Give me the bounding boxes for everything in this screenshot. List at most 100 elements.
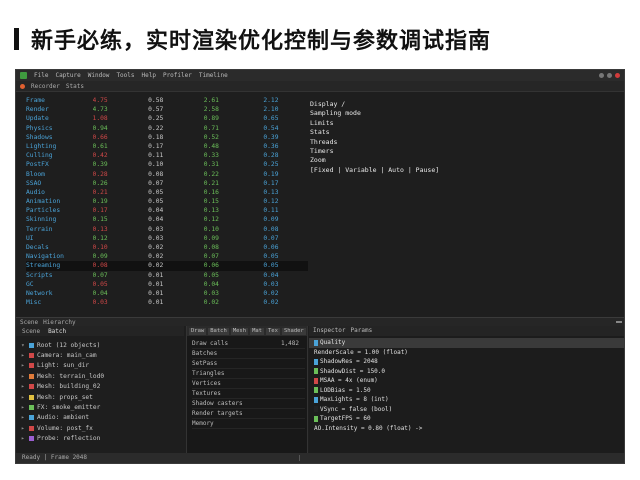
draw-stats-row[interactable]: SetPass [192,359,305,369]
params-tab[interactable]: Params [351,326,373,336]
stats-row[interactable]: Streaming 0.08 0.02 0.06 0.05 [26,261,308,271]
menu-item-timeline[interactable]: Timeline [199,72,228,79]
param-row[interactable]: MaxLights = 8 (int) [309,395,624,405]
settings-line[interactable]: Display / [310,100,490,109]
tree-item[interactable]: ▸ Camera: main_cam [21,350,184,360]
stats-row[interactable]: Audio 0.21 0.05 0.16 0.13 [26,188,308,197]
stats-row[interactable]: UI 0.12 0.03 0.09 0.07 [26,234,308,243]
param-row[interactable]: ShadowDist = 150.0 [309,367,624,377]
draw-stats-tab[interactable]: Shader [281,327,306,335]
stat-name: Particles [26,207,61,215]
expand-arrow-icon[interactable]: ▸ [21,373,29,380]
expand-arrow-icon[interactable]: ▸ [21,404,29,411]
draw-stats-row[interactable]: Batches [192,349,305,359]
stat-name: Render [26,106,49,114]
tree-item[interactable]: ▸ Light: sun_dir [21,361,184,371]
stats-row[interactable]: Lighting 0.61 0.17 0.48 0.36 [26,142,308,151]
minimize-icon[interactable] [599,73,604,78]
draw-stats-row[interactable]: Vertices [192,379,305,389]
tree-item[interactable]: ▸ Mesh: props_set [21,392,184,402]
stats-row[interactable]: Physics 0.94 0.22 0.71 0.54 [26,124,308,133]
draw-stats-tab[interactable]: Draw [189,327,207,335]
stats-row[interactable]: Terrain 0.13 0.03 0.10 0.08 [26,225,308,234]
stats-row[interactable]: Update 1.08 0.25 0.89 0.65 [26,114,308,123]
draw-stats-row[interactable]: Memory [192,419,305,429]
tree-item[interactable]: ▸ Mesh: building_02 [21,382,184,392]
settings-line[interactable]: Zoom [310,156,490,165]
stats-row[interactable]: Bloom 0.28 0.08 0.22 0.19 [26,170,308,179]
panel-splitter[interactable]: Scene Hierarchy [16,317,624,326]
draw-stats-row[interactable]: Triangles [192,369,305,379]
tree-item[interactable]: ▸ Probe: reflection [21,434,184,444]
settings-line[interactable]: Sampling mode [310,109,490,118]
settings-line[interactable]: Timers [310,147,490,156]
splitter-tab-scene[interactable]: Scene [20,319,38,326]
stats-row[interactable]: Navigation 0.09 0.02 0.07 0.05 [26,252,308,261]
stats-row[interactable]: Misc 0.03 0.01 0.02 0.02 [26,298,308,307]
close-icon[interactable] [615,73,620,78]
menu-item-tools[interactable]: Tools [116,72,134,79]
settings-line[interactable]: Limits [310,119,490,128]
expand-arrow-icon[interactable]: ▸ [21,394,29,401]
expand-arrow-icon[interactable]: ▾ [21,342,29,349]
param-row[interactable]: RenderScale = 1.00 (float) [309,348,624,358]
draw-stats-tab[interactable]: Batch [208,327,229,335]
param-row[interactable]: Quality [309,338,624,348]
draw-stats-tab[interactable]: Tex [266,327,280,335]
expand-arrow-icon[interactable]: ▸ [21,352,29,359]
toolbar-recorder[interactable]: Recorder [31,83,60,90]
stats-row[interactable]: Network 0.04 0.01 0.03 0.02 [26,289,308,298]
stats-row[interactable]: Scripts 0.07 0.01 0.05 0.04 [26,271,308,280]
stats-row[interactable]: Particles 0.17 0.04 0.13 0.11 [26,206,308,215]
settings-line[interactable]: [Fixed | Variable | Auto | Pause] [310,166,490,175]
expand-arrow-icon[interactable]: ▸ [21,435,29,442]
toolbar-stats[interactable]: Stats [66,83,84,90]
expand-arrow-icon[interactable]: ▸ [21,383,29,390]
param-row[interactable]: TargetFPS = 60 [309,414,624,424]
settings-line[interactable]: Stats [310,128,490,137]
tree-item[interactable]: ▾ Root (12 objects) [21,340,184,350]
draw-stats-row[interactable]: Render targets [192,409,305,419]
menu-item-window[interactable]: Window [88,72,110,79]
menu-item-help[interactable]: Help [142,72,156,79]
settings-line[interactable]: Threads [310,138,490,147]
draw-stats-row[interactable]: Draw calls 1,482 [192,339,305,349]
stats-row[interactable]: SSAO 0.26 0.07 0.21 0.17 [26,179,308,188]
menu-item-profiler[interactable]: Profiler [163,72,192,79]
draw-stats-tab[interactable]: Mat [250,327,264,335]
stats-row[interactable]: Culling 0.42 0.11 0.33 0.28 [26,151,308,160]
draw-stats-tab[interactable]: Mesh [230,327,249,335]
stats-row[interactable]: PostFX 0.39 0.10 0.31 0.25 [26,160,308,169]
stats-row[interactable]: Frame 4.75 0.58 2.61 2.12 [26,96,308,105]
tab-scene[interactable]: Scene [22,328,40,335]
record-icon[interactable] [20,83,25,89]
tree-item[interactable]: ▸ Audio: ambient [21,413,184,423]
param-row[interactable]: MSAA = 4x (enum) [309,376,624,386]
stats-row[interactable]: Skinning 0.15 0.04 0.12 0.09 [26,215,308,224]
expand-arrow-icon[interactable]: ▸ [21,425,29,432]
stat-max: 0.06 [263,244,279,251]
stats-row[interactable]: GC 0.05 0.01 0.04 0.03 [26,280,308,289]
param-row[interactable]: ShadowRes = 2048 [309,357,624,367]
draw-stats-row[interactable]: Shadow casters [192,399,305,409]
stats-row[interactable]: Decals 0.10 0.02 0.08 0.06 [26,243,308,252]
menu-item-capture[interactable]: Capture [55,72,80,79]
tab-batch[interactable]: Batch [48,328,66,335]
stats-row[interactable]: Render 4.73 0.57 2.58 2.10 [26,105,308,114]
tree-item[interactable]: ▸ Volume: post_fx [21,423,184,433]
collapse-icon[interactable] [616,321,622,323]
param-row[interactable]: LODBias = 1.50 [309,386,624,396]
maximize-icon[interactable] [607,73,612,78]
stats-row[interactable]: Animation 0.19 0.05 0.15 0.12 [26,197,308,206]
param-row[interactable]: VSync = false (bool) [309,405,624,415]
draw-stats-row[interactable]: Textures [192,389,305,399]
tree-item[interactable]: ▸ Mesh: terrain_lod0 [21,371,184,381]
splitter-tab-hierarchy[interactable]: Hierarchy [43,319,76,326]
tree-item[interactable]: ▸ FX: smoke_emitter [21,402,184,412]
param-row[interactable]: AO.Intensity = 0.80 (float) -> [309,424,624,434]
inspector-tab[interactable]: Inspector [313,326,346,336]
expand-arrow-icon[interactable]: ▸ [21,362,29,369]
expand-arrow-icon[interactable]: ▸ [21,414,29,421]
stats-row[interactable]: Shadows 0.66 0.18 0.52 0.39 [26,133,308,142]
menu-item-file[interactable]: File [34,72,48,79]
